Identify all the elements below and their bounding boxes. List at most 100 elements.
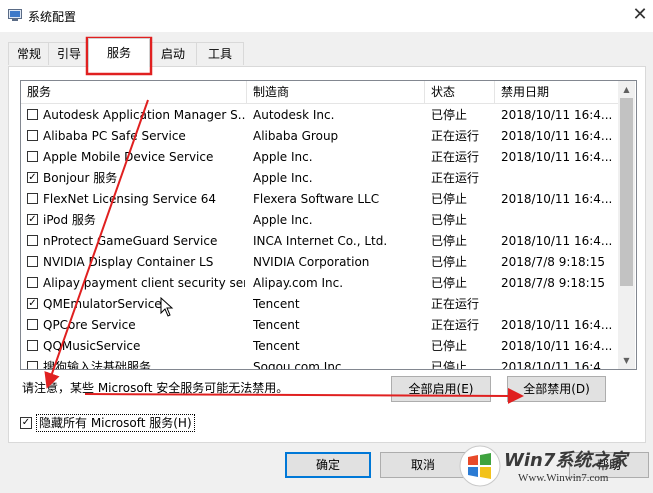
service-manufacturer: INCA Internet Co., Ltd.: [253, 234, 388, 248]
service-disabled-date: [501, 210, 617, 231]
service-name: Autodesk Application Manager S...: [43, 108, 245, 122]
service-name: QQMusicService: [43, 339, 141, 353]
tab-startup[interactable]: 启动: [148, 42, 198, 65]
title-bar: 系统配置 ✕: [0, 0, 653, 32]
table-row[interactable]: QPCore Service Tencent 正在运行 2018/10/11 16:4…: [21, 315, 618, 336]
table-row[interactable]: Autodesk Application Manager S... Autodes…: [21, 105, 618, 126]
service-name: Alipay payment client security ser...: [43, 276, 245, 290]
service-status: 正在运行: [431, 318, 480, 332]
service-status: 已停止: [431, 213, 468, 227]
column-manufacturer[interactable]: 制造商: [247, 81, 425, 103]
table-row[interactable]: ✓ Bonjour 服务 Apple Inc. 正在运行: [21, 168, 618, 189]
tab-general[interactable]: 常规: [8, 42, 50, 65]
window-title: 系统配置: [28, 10, 77, 24]
service-checkbox[interactable]: [27, 109, 38, 120]
table-row[interactable]: ✓ QMEmulatorService Tencent 正在运行: [21, 294, 618, 315]
service-disabled-date: 2018/10/11 16:4...: [501, 192, 613, 206]
table-row[interactable]: NVIDIA Display Container LS NVIDIA Corpor…: [21, 252, 618, 273]
service-checkbox[interactable]: [27, 277, 38, 288]
mouse-cursor-icon: [160, 297, 174, 317]
list-header: 服务 制造商 状态 禁用日期: [21, 81, 618, 104]
service-disabled-date: 2018/10/11 16:4...: [501, 234, 613, 248]
service-checkbox[interactable]: [27, 340, 38, 351]
disable-all-button[interactable]: 全部禁用(D): [507, 376, 606, 402]
ok-button[interactable]: 确定: [285, 452, 371, 478]
windows-logo-icon: [459, 445, 501, 487]
service-checkbox[interactable]: [27, 130, 38, 141]
service-disabled-date: 2018/10/11 16:4...: [501, 339, 613, 353]
service-checkbox[interactable]: [27, 193, 38, 204]
service-checkbox[interactable]: ✓: [27, 214, 38, 225]
service-checkbox[interactable]: ✓: [27, 172, 38, 183]
service-name: Apple Mobile Device Service: [43, 150, 214, 164]
table-row[interactable]: nProtect GameGuard Service INCA Internet …: [21, 231, 618, 252]
table-row[interactable]: ✓ iPod 服务 Apple Inc. 已停止: [21, 210, 618, 231]
service-disabled-date: 2018/10/11 16:4...: [501, 150, 613, 164]
service-manufacturer: Apple Inc.: [253, 150, 313, 164]
hide-ms-label[interactable]: 隐藏所有 Microsoft 服务(H): [36, 414, 195, 432]
service-checkbox[interactable]: [27, 235, 38, 246]
scroll-down-icon[interactable]: ▼: [618, 352, 635, 369]
table-row[interactable]: FlexNet Licensing Service 64 Flexera Soft…: [21, 189, 618, 210]
cancel-button[interactable]: 取消: [380, 452, 466, 478]
service-disabled-date: 2018/10/11 16:4...: [501, 360, 613, 370]
service-name: Alibaba PC Safe Service: [43, 129, 186, 143]
table-row[interactable]: QQMusicService Tencent 已停止 2018/10/11 16:4.…: [21, 336, 618, 357]
service-status: 已停止: [431, 255, 468, 269]
service-status: 已停止: [431, 234, 468, 248]
tab-boot[interactable]: 引导: [48, 42, 90, 65]
service-disabled-date: 2018/10/11 16:4...: [501, 108, 613, 122]
watermark-brand: Win7系统之家: [504, 450, 628, 471]
service-name: Bonjour 服务: [43, 171, 118, 185]
scrollbar-thumb[interactable]: [620, 98, 633, 286]
service-manufacturer: Apple Inc.: [253, 171, 313, 185]
service-disabled-date: 2018/7/8 9:18:15: [501, 255, 605, 269]
watermark-url: Www.Winwin7.com: [518, 472, 609, 484]
services-list[interactable]: 服务 制造商 状态 禁用日期 Autodesk Application Mana…: [20, 80, 637, 370]
service-name: QMEmulatorService: [43, 297, 162, 311]
column-service[interactable]: 服务: [21, 81, 247, 103]
service-disabled-date: [501, 294, 617, 315]
tab-tools[interactable]: 工具: [196, 42, 244, 65]
hide-ms-checkbox[interactable]: ✓: [20, 417, 32, 429]
service-checkbox[interactable]: [27, 361, 38, 369]
table-row[interactable]: Alipay payment client security ser... Ali…: [21, 273, 618, 294]
service-manufacturer: Apple Inc.: [253, 213, 313, 227]
column-status[interactable]: 状态: [425, 81, 495, 103]
service-disabled-date: 2018/10/11 16:4...: [501, 129, 613, 143]
column-disabled-date[interactable]: 禁用日期: [495, 81, 618, 103]
service-checkbox[interactable]: [27, 319, 38, 330]
table-row[interactable]: Alibaba PC Safe Service Alibaba Group 正在运行…: [21, 126, 618, 147]
service-name: iPod 服务: [43, 213, 96, 227]
service-status: 已停止: [431, 108, 468, 122]
service-manufacturer: Flexera Software LLC: [253, 192, 380, 206]
service-status: 已停止: [431, 192, 468, 206]
service-name: FlexNet Licensing Service 64: [43, 192, 217, 206]
table-row[interactable]: 搜狗输入法基础服务 Sogou.com Inc. 已停止 2018/10/11 16:…: [21, 357, 618, 370]
service-name: QPCore Service: [43, 318, 136, 332]
service-status: 已停止: [431, 339, 468, 353]
service-status: 正在运行: [431, 171, 480, 185]
service-manufacturer: Alibaba Group: [253, 129, 339, 143]
service-status: 正在运行: [431, 297, 480, 311]
service-manufacturer: NVIDIA Corporation: [253, 255, 370, 269]
service-status: 正在运行: [431, 150, 480, 164]
service-name: nProtect GameGuard Service: [43, 234, 218, 248]
service-manufacturer: Tencent: [253, 339, 300, 353]
service-manufacturer: Tencent: [253, 297, 300, 311]
table-row[interactable]: Apple Mobile Device Service Apple Inc. 正在运…: [21, 147, 618, 168]
service-disabled-date: [501, 168, 617, 189]
service-manufacturer: Autodesk Inc.: [253, 108, 335, 122]
service-name: 搜狗输入法基础服务: [43, 360, 152, 370]
enable-all-button[interactable]: 全部启用(E): [391, 376, 491, 402]
service-checkbox[interactable]: [27, 151, 38, 162]
service-checkbox[interactable]: ✓: [27, 298, 38, 309]
tab-services[interactable]: 服务: [88, 38, 150, 67]
service-disabled-date: 2018/10/11 16:4...: [501, 318, 613, 332]
list-scrollbar[interactable]: ▲ ▼: [618, 81, 635, 369]
scroll-up-icon[interactable]: ▲: [618, 81, 635, 98]
service-checkbox[interactable]: [27, 256, 38, 267]
close-button[interactable]: ✕: [630, 4, 650, 26]
service-name: NVIDIA Display Container LS: [43, 255, 214, 269]
watermark: Win7系统之家 Www.Winwin7.com: [458, 442, 653, 493]
